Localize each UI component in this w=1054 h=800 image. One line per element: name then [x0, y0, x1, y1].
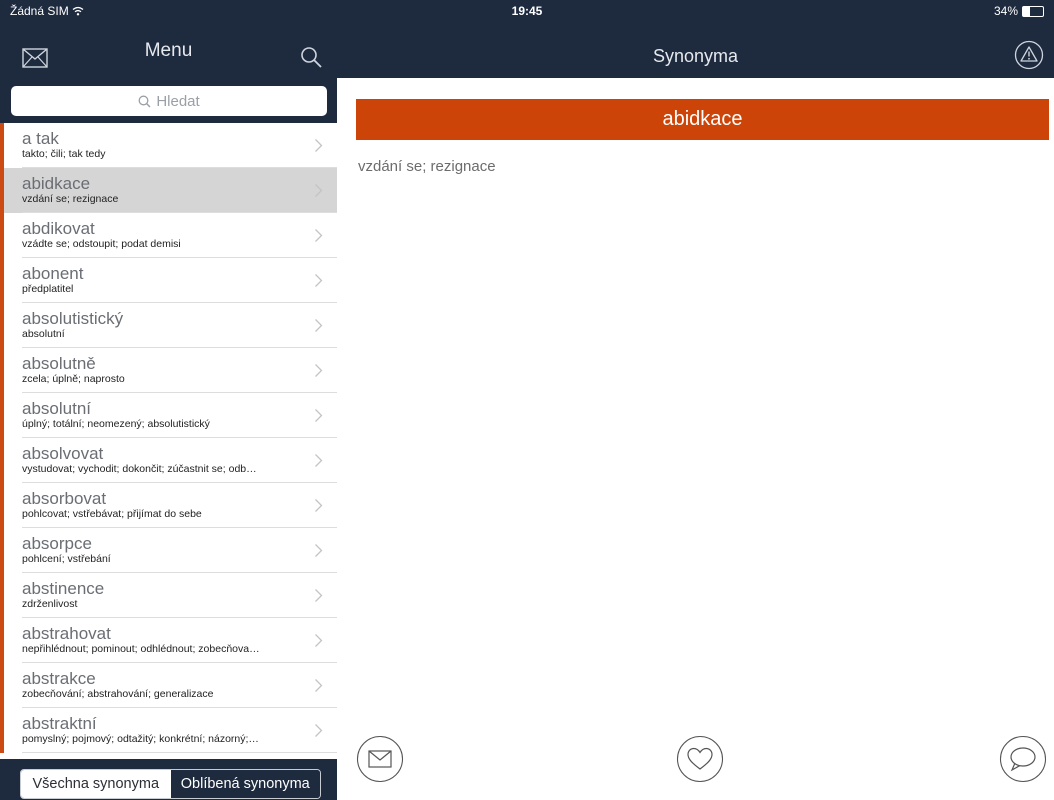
segment-all-synonyms[interactable]: Všechna synonyma	[21, 770, 171, 798]
list-item-synonyms: vystudovat; vychodit; dokončit; zúčastni…	[22, 463, 257, 475]
chevron-right-icon	[315, 499, 323, 512]
list-item-synonyms: absolutní	[22, 328, 65, 340]
list-item[interactable]: absolutní úplný; totální; neomezený; abso…	[0, 393, 337, 438]
chevron-right-icon	[315, 139, 323, 152]
list-item[interactable]: absorpce pohlcení; vstřebání	[0, 528, 337, 573]
list-item-word: absolvovat	[22, 444, 104, 463]
list-item[interactable]: absolutistický absolutní	[0, 303, 337, 348]
search-field-icon	[138, 95, 151, 107]
list-item-synonyms: vzádte se; odstoupit; podat demisi	[22, 238, 181, 250]
chevron-right-icon	[315, 634, 323, 647]
list-item[interactable]: abonent předplatitel	[0, 258, 337, 303]
list-item[interactable]: abidkace vzdání se; rezignace	[0, 168, 337, 213]
list-item[interactable]: abstrahovat nepřihlédnout; pominout; odhl…	[0, 618, 337, 663]
list-item-synonyms: pohlcovat; vstřebávat; přijímat do sebe	[22, 508, 202, 520]
list-item-word: abstrakce	[22, 669, 96, 688]
chevron-right-icon	[315, 544, 323, 557]
list-item-word: abstrahovat	[22, 624, 111, 643]
list-item-synonyms: takto; čili; tak tedy	[22, 148, 106, 160]
list-item-word: absolutní	[22, 399, 91, 418]
list-item-synonyms: zcela; úplně; naprosto	[22, 373, 125, 385]
synonym-filter-segmented-control: Všechna synonyma Oblíbená synonyma	[20, 769, 321, 799]
list-item[interactable]: absolvovat vystudovat; vychodit; dokončit…	[0, 438, 337, 483]
favorite-heart-icon[interactable]	[676, 735, 724, 783]
list-item-synonyms: pohlcení; vstřebání	[22, 553, 111, 565]
list-item[interactable]: abstinence zdrženlivost	[0, 573, 337, 618]
list-item[interactable]: absorbovat pohlcovat; vstřebávat; přijíma…	[0, 483, 337, 528]
list-item-synonyms: úplný; totální; neomezený; absolutistick…	[22, 418, 210, 430]
list-item[interactable]: absolutně zcela; úplně; naprosto	[0, 348, 337, 393]
list-item-synonyms: vzdání se; rezignace	[22, 193, 119, 205]
list-item[interactable]: abstrakce zobecňování; abstrahování; gene…	[0, 663, 337, 708]
list-item-word: absolutistický	[22, 309, 124, 328]
sidebar-nav-bar: Menu	[0, 22, 337, 78]
warning-icon[interactable]	[1014, 40, 1044, 70]
list-item-word: abdikovat	[22, 219, 95, 238]
main-title: Synonyma	[652, 46, 739, 66]
selected-word-banner: abidkace	[356, 99, 1049, 140]
chevron-right-icon	[315, 589, 323, 602]
search-icon[interactable]	[299, 45, 323, 69]
word-list: a tak takto; čili; tak tedy abidkace vzdání…	[0, 123, 337, 759]
list-item-word: absorbovat	[22, 489, 107, 508]
list-item[interactable]: abdikovat vzádte se; odstoupit; podat dem…	[0, 213, 337, 258]
share-mail-icon[interactable]	[356, 735, 404, 783]
list-item-synonyms: předplatitel	[22, 283, 74, 295]
list-item[interactable]: a tak takto; čili; tak tedy	[0, 123, 337, 168]
list-item-word: abonent	[22, 264, 84, 283]
list-item-synonyms: nepřihlédnout; pominout; odhlédnout; zob…	[22, 643, 260, 655]
search-placeholder: Hledat	[156, 92, 200, 110]
comment-icon[interactable]	[999, 735, 1047, 783]
chevron-right-icon	[315, 724, 323, 737]
list-item[interactable]: abstraktní pomyslný; pojmový; odtažitý; k…	[0, 708, 337, 753]
segment-favorite-synonyms[interactable]: Oblíbená synonyma	[170, 770, 320, 798]
chevron-right-icon	[315, 679, 323, 692]
search-input[interactable]: Hledat	[11, 86, 327, 116]
chevron-right-icon	[315, 274, 323, 287]
chevron-right-icon	[315, 364, 323, 377]
list-item-synonyms: zobecňování; abstrahování; generalizace	[22, 688, 214, 700]
list-item-synonyms: zdrženlivost	[22, 598, 78, 610]
list-item-word: abstraktní	[22, 714, 97, 733]
main-nav-bar: Synonyma	[337, 0, 1054, 78]
chevron-right-icon	[315, 409, 323, 422]
chevron-right-icon	[315, 229, 323, 242]
list-item-word: absorpce	[22, 534, 92, 553]
list-item-word: a tak	[22, 129, 59, 148]
chevron-right-icon	[315, 184, 323, 197]
chevron-right-icon	[315, 454, 323, 467]
chevron-right-icon	[315, 319, 323, 332]
sidebar: Menu Hledat a tak takto; čili; tak tedy ab…	[0, 0, 337, 800]
sidebar-title: Menu	[144, 40, 193, 61]
list-item-synonyms: pomyslný; pojmový; odtažitý; konkrétní; …	[22, 733, 259, 745]
selected-word-synonyms: vzdání se; rezignace	[358, 158, 496, 175]
list-item-word: abidkace	[22, 174, 91, 193]
list-item-word: absolutně	[22, 354, 96, 373]
list-item-word: abstinence	[22, 579, 105, 598]
